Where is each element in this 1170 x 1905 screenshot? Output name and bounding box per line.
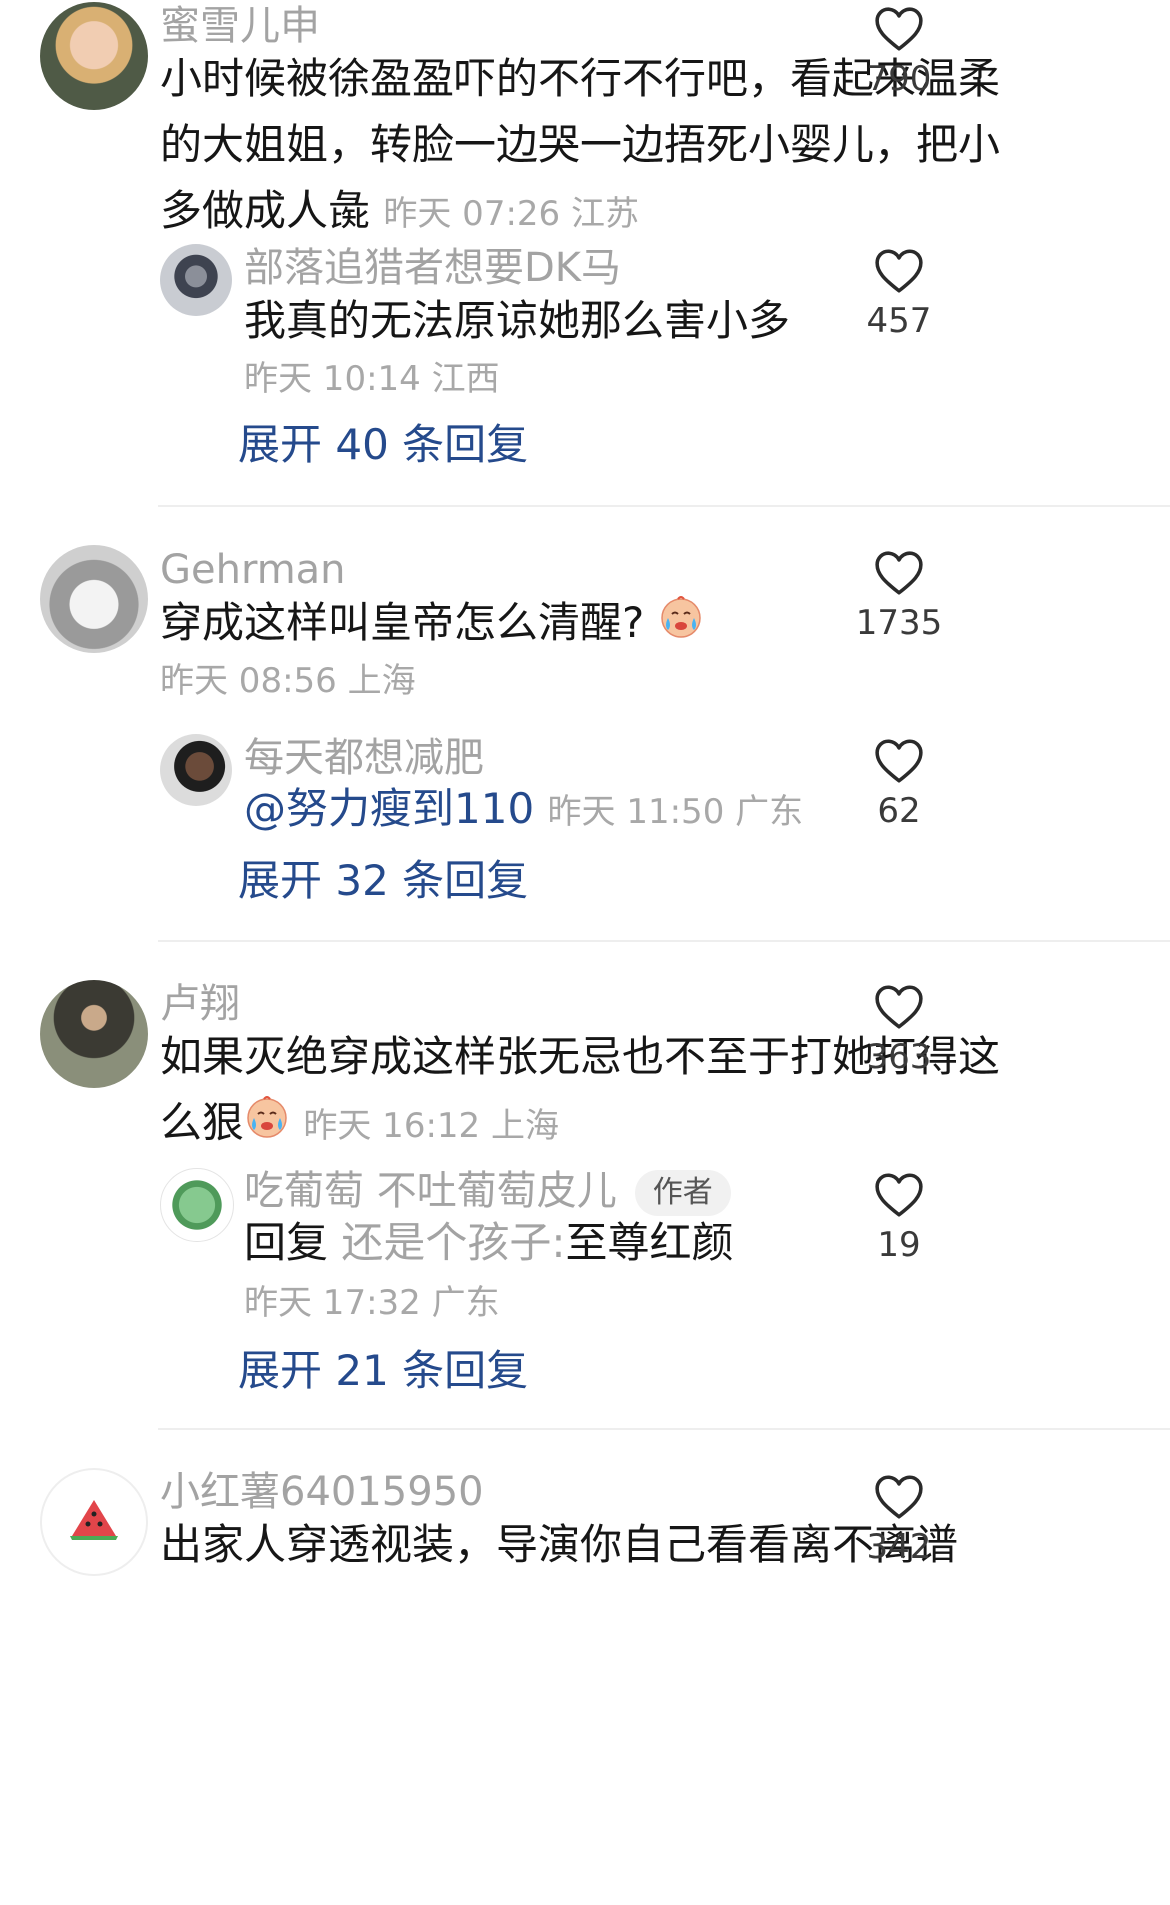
comment-meta: 昨天 16:12 上海	[303, 1106, 559, 1146]
expand-replies-link[interactable]: 展开 32 条回复	[238, 860, 528, 902]
like-button[interactable]: 62	[844, 738, 954, 828]
avatar[interactable]	[40, 980, 148, 1088]
like-count: 342	[866, 1527, 932, 1567]
avatar[interactable]	[40, 1468, 148, 1576]
reply-username[interactable]: 每天都想减肥	[244, 738, 484, 778]
mention-link[interactable]: @努力瘦到110	[244, 784, 534, 833]
reply-meta: 昨天 11:50 广东	[547, 792, 804, 832]
heart-outline-icon	[875, 249, 923, 293]
comment-meta: 昨天 07:26 江苏	[383, 194, 639, 234]
like-button[interactable]: 457	[844, 248, 954, 338]
expand-replies-link[interactable]: 展开 21 条回复	[238, 1350, 528, 1392]
avatar[interactable]	[160, 244, 232, 316]
reply-username[interactable]: 部落追猎者想要DK马	[244, 248, 621, 288]
reply-to-user[interactable]: 还是个孩子:	[341, 1218, 565, 1267]
comment-username[interactable]: 小红薯64015950	[160, 1472, 484, 1512]
watermelon-icon	[70, 1500, 118, 1540]
divider	[158, 505, 1170, 507]
like-count: 19	[877, 1225, 921, 1265]
avatar[interactable]	[40, 545, 148, 653]
comment-meta: 昨天 08:56 上海	[160, 661, 416, 701]
like-button[interactable]: 19	[844, 1172, 954, 1262]
like-count: 62	[877, 791, 921, 831]
divider	[158, 1428, 1170, 1430]
heart-outline-icon	[875, 739, 923, 783]
comment-username[interactable]: 蜜雪儿申	[160, 6, 320, 46]
avatar[interactable]	[40, 2, 148, 110]
reply-meta: 昨天 10:14 江西	[244, 359, 500, 399]
reply-meta: 昨天 17:32 广东	[244, 1283, 500, 1323]
heart-outline-icon	[875, 1475, 923, 1519]
expand-replies-link[interactable]: 展开 40 条回复	[238, 424, 528, 466]
reply-prefix: 回复	[244, 1218, 329, 1267]
heart-outline-icon	[875, 1173, 923, 1217]
comment-username[interactable]: 卢翔	[160, 984, 240, 1024]
like-button[interactable]: 1735	[844, 550, 954, 640]
heart-outline-icon	[875, 985, 923, 1029]
like-count: 363	[866, 1037, 932, 1077]
like-button[interactable]: 363	[844, 984, 954, 1074]
crying-face-emoji	[658, 593, 704, 659]
comment-body: 穿成这样叫皇帝怎么清醒?	[160, 598, 645, 647]
reply-body: 至尊红颜	[565, 1218, 734, 1267]
comment-username[interactable]: Gehrman	[160, 550, 346, 590]
heart-outline-icon	[875, 7, 923, 51]
heart-outline-icon	[875, 551, 923, 595]
avatar[interactable]	[160, 1168, 234, 1242]
crying-face-emoji	[244, 1093, 290, 1159]
like-button[interactable]: 790	[844, 6, 954, 96]
like-count: 1735	[855, 603, 943, 643]
divider	[158, 940, 1170, 942]
reply-username[interactable]: 吃葡萄 不吐葡萄皮儿	[244, 1168, 617, 1214]
like-count: 790	[866, 59, 932, 99]
avatar[interactable]	[160, 734, 232, 806]
like-button[interactable]: 342	[844, 1474, 954, 1564]
like-count: 457	[866, 301, 932, 341]
